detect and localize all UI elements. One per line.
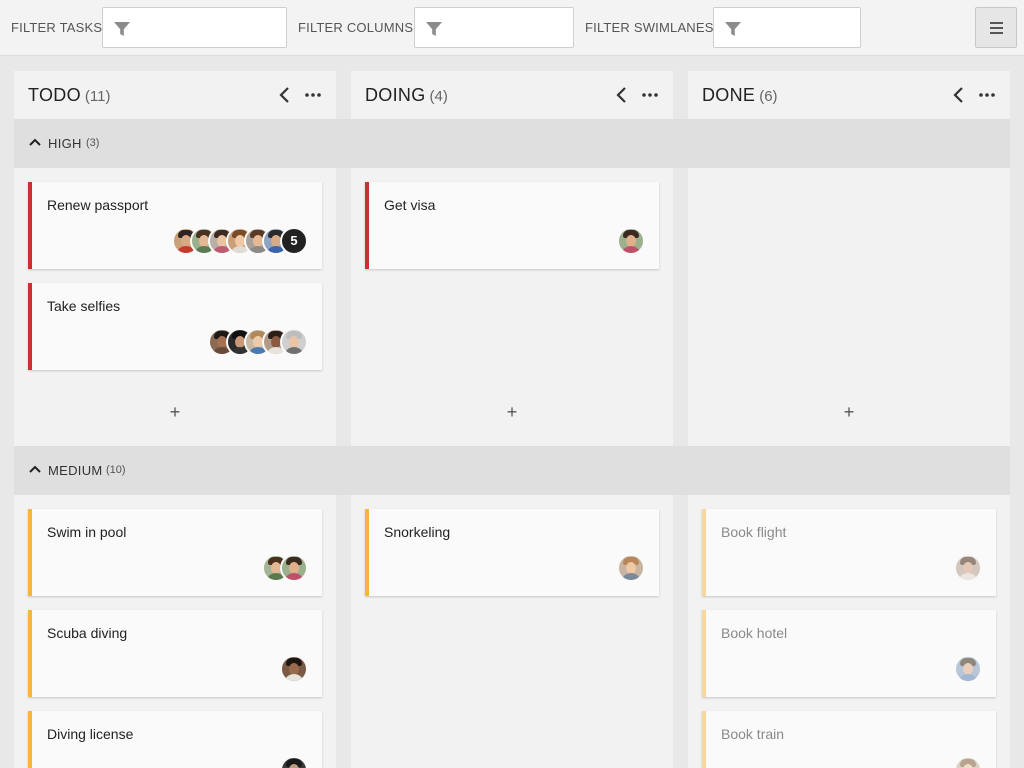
column-header-todo: TODO (11)	[14, 71, 336, 119]
cell-medium-done: Book flight Book hotel Book train	[688, 495, 1010, 768]
assignee-list	[262, 554, 308, 582]
hamburger-icon-bar	[990, 27, 1003, 29]
swimlane-count: (3)	[86, 137, 100, 149]
assignee-list	[954, 554, 982, 582]
chevron-left-icon[interactable]	[276, 85, 294, 105]
more-assignees-count: 5	[290, 233, 298, 248]
chevron-up-icon[interactable]	[28, 464, 42, 474]
task-title: Book flight	[721, 524, 787, 540]
chevron-left-icon[interactable]	[950, 85, 968, 105]
task-title: Diving license	[47, 726, 134, 742]
assignee-list	[617, 227, 645, 255]
task-title: Book hotel	[721, 625, 788, 641]
column-header-doing: DOING (4)	[351, 71, 673, 119]
avatar[interactable]	[617, 227, 645, 255]
task-card[interactable]: Take selfies	[28, 283, 322, 370]
more-icon[interactable]	[639, 85, 661, 105]
task-card[interactable]: Swim in pool	[28, 509, 322, 596]
task-title: Snorkeling	[384, 524, 451, 540]
swimlane-header-high[interactable]: HIGH (3)	[14, 119, 1010, 168]
column-name: DONE	[702, 85, 756, 105]
task-title: Get visa	[384, 197, 436, 213]
avatar[interactable]	[617, 554, 645, 582]
cell-medium-todo: Swim in pool Scuba diving Diving license	[14, 495, 336, 768]
assignee-list	[280, 655, 308, 683]
task-card[interactable]: Scuba diving	[28, 610, 322, 697]
add-task-button[interactable]: +	[688, 402, 1010, 423]
avatar[interactable]	[954, 655, 982, 683]
more-icon[interactable]	[976, 85, 998, 105]
task-card[interactable]: Renew passport 5	[28, 182, 322, 269]
cell-high-done: +	[688, 168, 1010, 446]
task-title: Scuba diving	[47, 625, 128, 641]
avatar[interactable]	[280, 554, 308, 582]
filter-toolbar: FILTER TASKS FILTER COLUMNS FILTER SWIML…	[0, 0, 1024, 56]
filter-tasks-label: FILTER TASKS	[11, 20, 103, 35]
more-assignees-badge[interactable]: 5	[280, 227, 308, 255]
more-icon[interactable]	[302, 85, 324, 105]
assignee-list	[280, 756, 308, 768]
filter-tasks-field[interactable]	[102, 7, 287, 48]
funnel-icon	[426, 22, 442, 36]
column-name: TODO	[28, 85, 81, 105]
task-title: Renew passport	[47, 197, 149, 213]
avatar[interactable]	[280, 756, 308, 768]
swimlane-name: HIGH	[48, 136, 82, 151]
column-count: (11)	[84, 88, 111, 105]
column-name: DOING	[365, 85, 426, 105]
avatar[interactable]	[280, 328, 308, 356]
assignee-list	[617, 554, 645, 582]
funnel-icon	[114, 22, 130, 36]
task-card[interactable]: Snorkeling	[365, 509, 659, 596]
hamburger-icon-bar	[990, 32, 1003, 34]
filter-columns-label: FILTER COLUMNS	[298, 20, 414, 35]
assignee-list	[208, 328, 308, 356]
chevron-up-icon[interactable]	[28, 137, 42, 147]
swimlane-count: (10)	[106, 464, 126, 476]
assignee-list	[954, 655, 982, 683]
cell-high-todo: Renew passport 5 Take selfies +	[14, 168, 336, 446]
menu-button[interactable]	[975, 7, 1017, 48]
column-title: DOING (4)	[365, 85, 448, 106]
task-card[interactable]: Diving license	[28, 711, 322, 768]
filter-tasks-input[interactable]	[141, 9, 281, 46]
task-title: Take selfies	[47, 298, 121, 314]
column-header-done: DONE (6)	[688, 71, 1010, 119]
filter-swimlanes-field[interactable]	[713, 7, 861, 48]
task-card[interactable]: Book hotel	[702, 610, 996, 697]
filter-swimlanes-input[interactable]	[752, 9, 857, 46]
column-count: (6)	[759, 88, 778, 105]
hamburger-icon	[990, 22, 1003, 24]
chevron-left-icon[interactable]	[613, 85, 631, 105]
funnel-icon	[725, 22, 741, 36]
column-title: DONE (6)	[702, 85, 778, 106]
swimlane-header-medium[interactable]: MEDIUM (10)	[14, 446, 1010, 495]
task-card[interactable]: Book flight	[702, 509, 996, 596]
filter-swimlanes-label: FILTER SWIMLANES	[585, 20, 714, 35]
assignee-list	[954, 756, 982, 768]
add-task-button[interactable]: +	[351, 402, 673, 423]
cell-medium-doing: Snorkeling	[351, 495, 673, 768]
swimlane-name: MEDIUM	[48, 463, 103, 478]
filter-columns-field[interactable]	[414, 7, 574, 48]
task-title: Swim in pool	[47, 524, 127, 540]
filter-columns-input[interactable]	[453, 9, 568, 46]
avatar[interactable]	[954, 756, 982, 768]
avatar[interactable]	[280, 655, 308, 683]
task-card[interactable]: Get visa	[365, 182, 659, 269]
cell-high-doing: Get visa +	[351, 168, 673, 446]
add-task-button[interactable]: +	[14, 402, 336, 423]
column-title: TODO (11)	[28, 85, 110, 106]
task-card[interactable]: Book train	[702, 711, 996, 768]
avatar[interactable]	[954, 554, 982, 582]
assignee-list: 5	[172, 227, 308, 255]
task-title: Book train	[721, 726, 785, 742]
column-count: (4)	[429, 88, 448, 105]
